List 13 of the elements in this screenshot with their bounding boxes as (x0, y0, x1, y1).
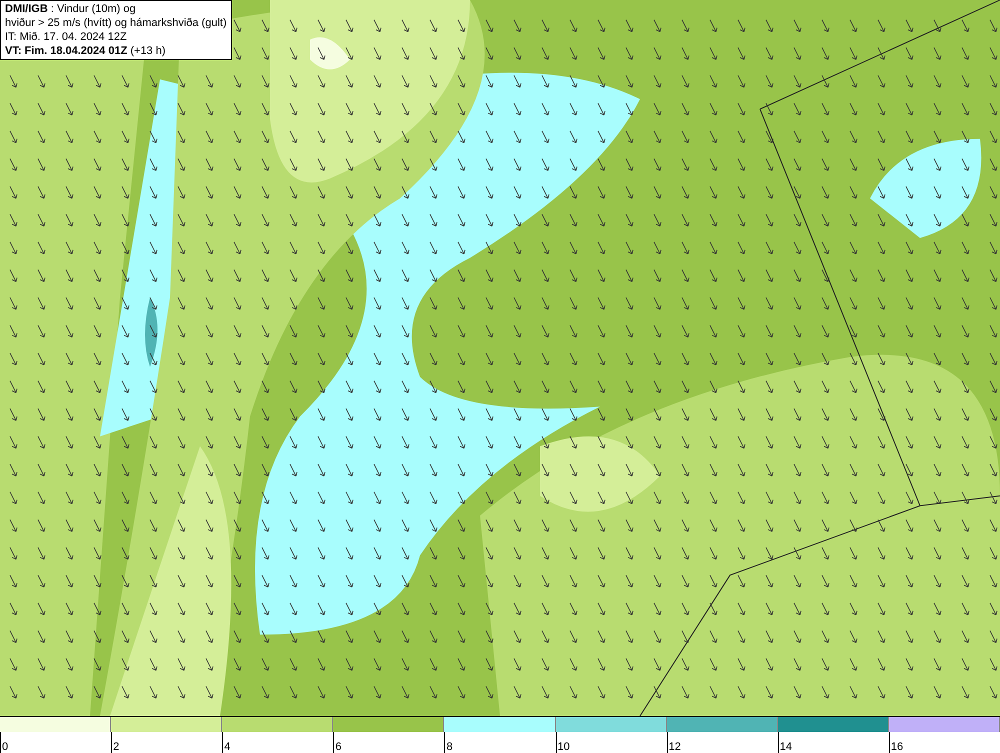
legend-tick-label: 0 (2, 741, 8, 753)
legend-tick-label: 14 (780, 741, 792, 753)
title-line: VT: Fim. 18.04.2024 01Z (+13 h) (5, 44, 167, 58)
legend-tick-label: 6 (335, 741, 342, 753)
legend-tick-label: 2 (113, 741, 120, 753)
legend-tick-label: 8 (446, 741, 453, 753)
legend-tick-label: 16 (890, 741, 904, 753)
legend-tick-label: 10 (558, 741, 570, 753)
legend-tick-label: 4 (224, 741, 230, 753)
legend-tick-label: 12 (668, 741, 681, 753)
title-line: hviður > 25 m/s (hvítt) og hámarkshviða (gult) (5, 16, 227, 30)
title-line: DMI/IGB : Vindur (10m) og (5, 2, 137, 16)
title-line: IT: Mið. 17. 04. 2024 12Z (5, 30, 128, 44)
